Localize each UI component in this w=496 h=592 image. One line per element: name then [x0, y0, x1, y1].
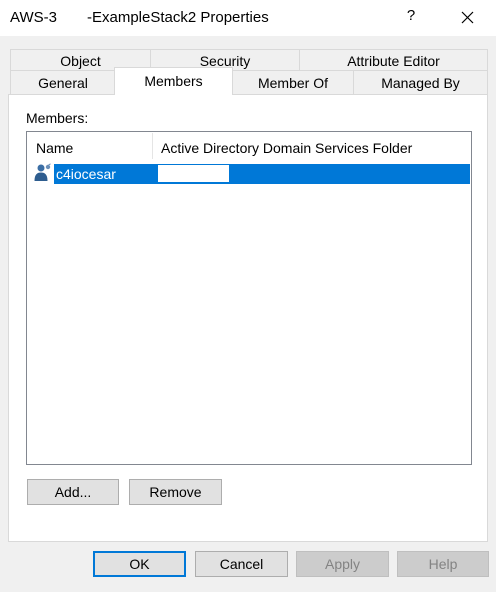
remove-button[interactable]: Remove: [129, 479, 222, 505]
user-icon: [33, 163, 53, 183]
tab-managed-by[interactable]: Managed By: [353, 70, 488, 94]
member-name: c4iocesar: [56, 166, 116, 182]
apply-button[interactable]: Apply: [296, 551, 389, 577]
help-dialog-button[interactable]: Help: [397, 551, 489, 577]
tab-attribute-editor[interactable]: Attribute Editor: [299, 49, 488, 71]
window-title: AWS-3 -ExampleStack2 Properties: [10, 9, 269, 26]
column-divider[interactable]: [152, 133, 153, 159]
ok-button[interactable]: OK: [93, 551, 186, 577]
cancel-button[interactable]: Cancel: [195, 551, 288, 577]
tab-general[interactable]: General: [10, 70, 116, 94]
title-bar[interactable]: AWS-3 -ExampleStack2 Properties ?: [0, 0, 496, 36]
close-icon[interactable]: [456, 6, 478, 28]
redacted-folder-cell: [158, 165, 229, 182]
column-header-name[interactable]: Name: [36, 140, 73, 156]
column-header-folder[interactable]: Active Directory Domain Services Folder: [161, 140, 412, 156]
tab-members[interactable]: Members: [114, 67, 233, 95]
add-button[interactable]: Add...: [27, 479, 119, 505]
help-button[interactable]: ?: [404, 7, 418, 24]
list-row-selected[interactable]: [54, 164, 470, 184]
tab-member-of[interactable]: Member Of: [232, 70, 354, 94]
members-label: Members:: [26, 110, 89, 126]
